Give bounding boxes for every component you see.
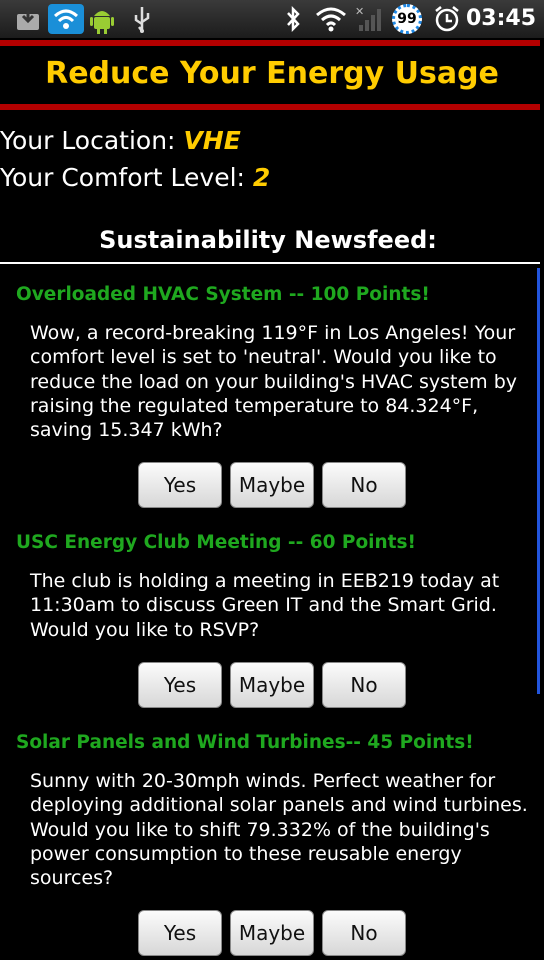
item-body: Wow, a record-breaking 119°F in Los Ange… bbox=[30, 322, 518, 442]
maybe-button[interactable]: Maybe bbox=[230, 910, 314, 956]
location-label: Your Location: bbox=[0, 126, 184, 155]
yes-button[interactable]: Yes bbox=[138, 910, 222, 956]
wifi-app-icon bbox=[48, 4, 84, 34]
comfort-value: 2 bbox=[252, 163, 271, 192]
wifi-icon bbox=[314, 4, 348, 34]
item-title: USC Energy Club Meeting -- 60 Points! bbox=[16, 532, 416, 553]
page-title: Reduce Your Energy Usage bbox=[45, 56, 499, 91]
item-body: The club is holding a meeting in EEB219 … bbox=[30, 570, 500, 641]
usb-icon bbox=[130, 4, 154, 34]
alarm-icon bbox=[432, 4, 462, 34]
title-bar: Reduce Your Energy Usage bbox=[0, 38, 544, 114]
title-divider-top bbox=[0, 40, 540, 46]
comfort-label: Your Comfort Level: bbox=[0, 163, 253, 192]
maybe-button[interactable]: Maybe bbox=[230, 662, 314, 708]
android-icon bbox=[88, 4, 116, 34]
battery-indicator: 99 bbox=[392, 4, 422, 34]
signal-icon: ✕ bbox=[354, 4, 384, 34]
no-button[interactable]: No bbox=[322, 662, 406, 708]
yes-button[interactable]: Yes bbox=[138, 462, 222, 508]
location-value: VHE bbox=[183, 126, 241, 155]
item-body: Sunny with 20-30mph winds. Perfect weath… bbox=[30, 770, 528, 890]
newsfeed-divider bbox=[0, 262, 540, 264]
maybe-button[interactable]: Maybe bbox=[230, 462, 314, 508]
clock: 03:45 bbox=[465, 6, 536, 31]
bluetooth-icon bbox=[282, 4, 304, 34]
comfort-row: Your Comfort Level: 2 bbox=[0, 163, 270, 192]
svg-text:✕: ✕ bbox=[355, 5, 364, 18]
scrollbar[interactable] bbox=[537, 268, 540, 694]
yes-button[interactable]: Yes bbox=[138, 662, 222, 708]
no-button[interactable]: No bbox=[322, 462, 406, 508]
title-divider-bottom bbox=[0, 104, 540, 110]
newsfeed-heading: Sustainability Newsfeed: bbox=[99, 226, 437, 254]
location-row: Your Location: VHE bbox=[0, 126, 241, 155]
no-button[interactable]: No bbox=[322, 910, 406, 956]
item-title: Overloaded HVAC System -- 100 Points! bbox=[16, 284, 430, 305]
status-bar: ✕ 99 03:45 bbox=[0, 0, 544, 38]
download-icon bbox=[14, 4, 42, 34]
item-title: Solar Panels and Wind Turbines-- 45 Poin… bbox=[16, 732, 474, 753]
